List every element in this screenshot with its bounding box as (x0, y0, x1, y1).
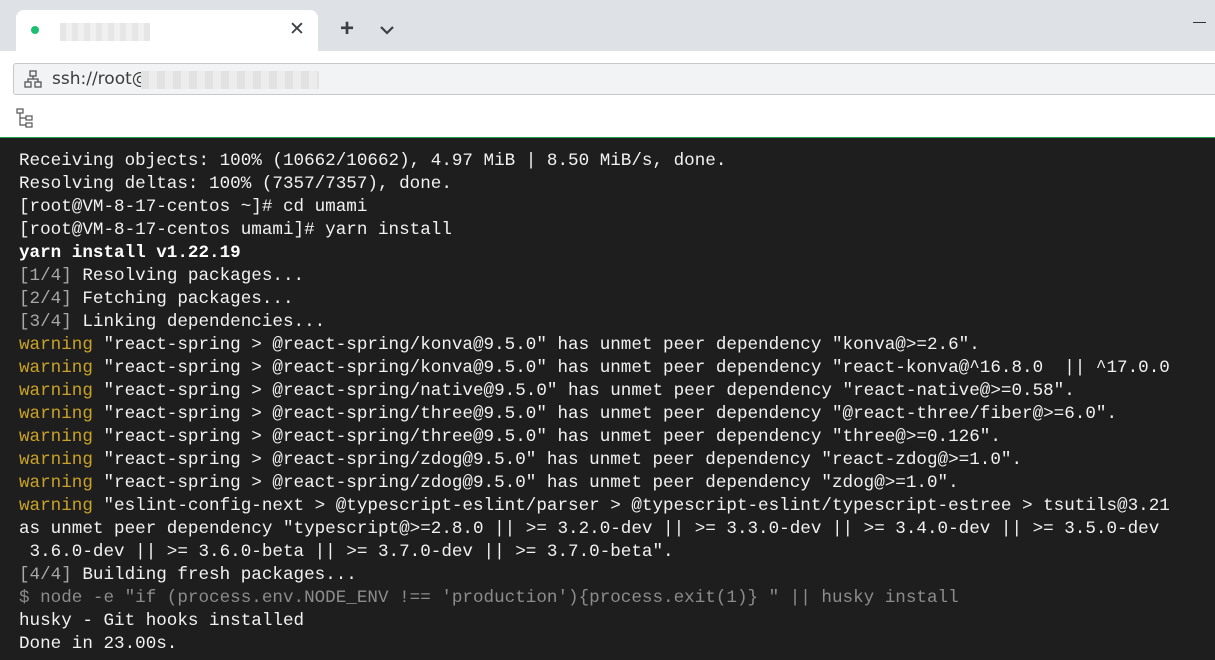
warning-label: warning (19, 473, 93, 493)
step-prefix: [4/4] (19, 565, 72, 585)
terminal-line: Resolving deltas: 100% (7357/7357), done… (19, 174, 452, 194)
terminal-line: Receiving objects: 100% (10662/10662), 4… (19, 151, 727, 171)
terminal-line: [root@VM-8-17-centos ~]# cd umami (19, 197, 368, 217)
terminal-line: warning "react-spring > @react-spring/ko… (19, 358, 1170, 378)
step-prefix: [2/4] (19, 289, 72, 309)
status-dot-icon (31, 26, 39, 34)
terminal-line: Done in 23.00s. (19, 634, 178, 654)
url-field[interactable]: ssh://root@ (13, 63, 1215, 95)
terminal-line: [3/4] Linking dependencies... (19, 312, 326, 332)
step-prefix: [3/4] (19, 312, 72, 332)
terminal-line: warning "react-spring > @react-spring/zd… (19, 473, 959, 493)
warning-label: warning (19, 427, 93, 447)
redacted-host (141, 71, 319, 89)
tab-strip: ✕ + (0, 0, 1215, 51)
toolbar (0, 103, 1215, 138)
address-bar: ssh://root@ (0, 51, 1215, 103)
tab-title (60, 23, 150, 41)
terminal-line: husky - Git hooks installed (19, 611, 305, 631)
warning-label: warning (19, 496, 93, 516)
terminal-line: warning "eslint-config-next > @typescrip… (19, 496, 1170, 516)
terminal-line: warning "react-spring > @react-spring/zd… (19, 450, 1023, 470)
warning-label: warning (19, 404, 93, 424)
terminal-line: warning "react-spring > @react-spring/th… (19, 427, 1001, 447)
terminal-line: [4/4] Building fresh packages... (19, 565, 357, 585)
terminal-line: [1/4] Resolving packages... (19, 266, 305, 286)
warning-label: warning (19, 450, 93, 470)
terminal-line: warning "react-spring > @react-spring/na… (19, 381, 1075, 401)
terminal-line: [2/4] Fetching packages... (19, 289, 294, 309)
warning-label: warning (19, 358, 93, 378)
terminal-line: $ node -e "if (process.env.NODE_ENV !== … (19, 588, 959, 608)
terminal-line: warning "react-spring > @react-spring/ko… (19, 335, 980, 355)
file-tree-icon[interactable] (16, 108, 36, 128)
active-tab[interactable]: ✕ (16, 10, 318, 51)
step-prefix: [1/4] (19, 266, 72, 286)
terminal-line: 3.6.0-dev || >= 3.6.0-beta || >= 3.7.0-d… (19, 542, 674, 562)
terminal-line: warning "react-spring > @react-spring/th… (19, 404, 1118, 424)
plus-icon[interactable]: + (335, 17, 359, 41)
warning-label: warning (19, 335, 93, 355)
terminal-output[interactable]: Receiving objects: 100% (10662/10662), 4… (0, 138, 1215, 660)
warning-label: warning (19, 381, 93, 401)
terminal-line: as unmet peer dependency "typescript@>=2… (19, 519, 1160, 539)
terminal-line: [root@VM-8-17-centos umami]# yarn instal… (19, 220, 452, 240)
network-icon (24, 70, 42, 88)
minimize-icon[interactable] (1190, 12, 1210, 28)
url-text: ssh://root@ (52, 69, 149, 89)
close-icon[interactable]: ✕ (286, 19, 308, 41)
chevron-down-icon[interactable] (376, 19, 398, 41)
terminal-line: yarn install v1.22.19 (19, 243, 241, 263)
